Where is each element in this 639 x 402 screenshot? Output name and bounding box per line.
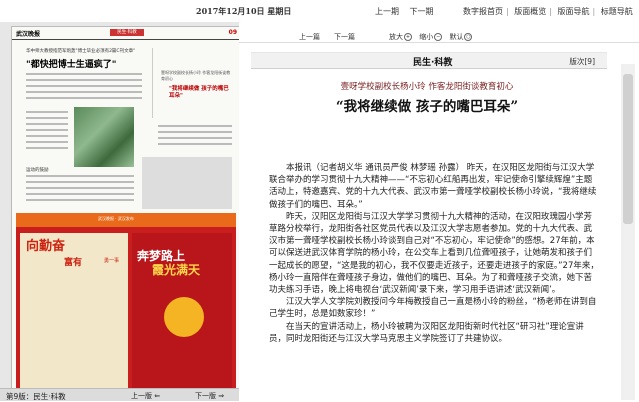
current-page-label: 第9版：民生·科教 (6, 392, 66, 401)
text-line (158, 125, 232, 127)
nav-link-home[interactable]: 数字报首页 (463, 7, 503, 16)
text-line (26, 97, 142, 99)
text-line (26, 85, 142, 87)
zoom-default-label: 默认 (449, 33, 464, 41)
masthead-logo: 武汉晚报 (16, 31, 41, 38)
text-line (26, 117, 68, 119)
text-line (26, 129, 68, 131)
text-line (26, 73, 142, 75)
text-line (26, 193, 134, 195)
text-line (26, 135, 68, 137)
zoom-in-label: 放大 (389, 33, 403, 41)
text-line (158, 137, 232, 139)
poster-left-title: 向勤奋 (26, 239, 66, 254)
issue-date: 2017年12月10日 星期日 (196, 6, 292, 16)
side-story-title: "我将继续做 孩子的嘴巴耳朵" (169, 86, 229, 99)
plus-icon: + (404, 33, 412, 41)
article-subheadline: 壹呀学校副校长杨小玲 作客龙阳街谈教育初心 (340, 82, 514, 92)
text-line (26, 111, 68, 113)
zoom-default-button[interactable]: 默认 ○ (449, 33, 473, 41)
text-line (158, 131, 232, 133)
ad-banner-text: 武汉晚报 · 武汉发布 (98, 216, 134, 221)
zoom-controls: 放大 + 缩小 − 默认 ○ (389, 32, 477, 42)
reset-icon: ○ (464, 33, 473, 41)
next-issue-link[interactable]: 下一期 (410, 7, 434, 16)
section-header: 民生·科教 版次[9] (251, 52, 607, 69)
text-line (26, 187, 134, 189)
next-article-button[interactable]: 下一篇 (334, 32, 355, 42)
zoom-out-label: 缩小 (419, 33, 434, 41)
news-photo[interactable] (74, 107, 134, 167)
site-nav: 数字报首页 | 版面概览 | 版面导航 | 标题导航 (463, 6, 633, 17)
edition-number: 版次[9] (569, 57, 595, 66)
photo-caption: 运动的鼓励 (26, 168, 49, 173)
article-panel: 上一篇 下一篇 放大 + 缩小 − 默认 ○ 民生·科教 版次[9] 壹呀学校副校长杨… (239, 22, 639, 400)
article-headline: “我将继续做 孩子的嘴巴耳朵” (335, 99, 519, 115)
nav-divider: | (549, 7, 552, 16)
text-line (26, 123, 68, 125)
nav-divider: | (506, 7, 509, 16)
text-line (26, 79, 142, 81)
article-paragraph: 昨天，汉阳区龙阳街与江汉大学学习贯彻十九大精神的活动，在汉阳玫瑰园小学芳草路分校… (269, 211, 599, 296)
article-paragraph: 江汉大学人文学院刘教授问今年梅教授自己一直是杨小玲的粉丝，“杨老师在讲到自己学生… (269, 297, 597, 320)
section-badge: 民生·科教 (110, 29, 144, 36)
text-line (26, 147, 68, 149)
zoom-out-button[interactable]: 缩小 − (419, 33, 443, 41)
prev-issue-link[interactable]: 上一期 (375, 7, 399, 16)
nav-link-title-nav[interactable]: 标题导航 (601, 7, 633, 16)
text-line (26, 199, 134, 201)
article-paragraph: 在当天的宣讲活动上，杨小玲被聘为汉阳区龙阳街新时代社区“研习社”理论宣讲员，同时… (269, 321, 584, 344)
zoom-in-button[interactable]: 放大 + (389, 33, 413, 41)
newspaper-page-image[interactable]: 武汉晚报 民生·科教 09 华中师大教授指范军炮轰"博士毕业必须有2篇C刊文章"… (11, 26, 241, 398)
poster-left-title2: 富有 (64, 258, 83, 268)
text-line (158, 143, 232, 145)
nav-divider: | (592, 7, 596, 16)
scrollbar-thumb[interactable] (623, 74, 633, 224)
article-paragraph: 本报讯（记者胡义华 通讯员严俊 林梦瑶 孙露） 昨天，在汉阳区龙阳街与江汉大学联… (269, 163, 597, 210)
side-story[interactable]: 壹呀学校副校长杨小玲 作客龙阳街谈教育初心 "我将继续做 孩子的嘴巴耳朵" (152, 48, 233, 118)
nav-link-page-nav[interactable]: 版面导航 (558, 7, 590, 16)
article-toolbar: 上一篇 下一篇 放大 + 缩小 − 默认 ○ (239, 22, 639, 43)
text-line (26, 141, 68, 143)
text-block (142, 157, 232, 209)
article-scrollbar[interactable] (621, 64, 635, 400)
article-body: 本报讯（记者胡义华 通讯员严俊 林梦瑶 孙露） 昨天，在汉阳区龙阳街与江汉大学联… (269, 162, 599, 345)
page-number: 09 (228, 29, 237, 36)
top-bar: 2017年12月10日 星期日 上一期 下一期 数字报首页 | 版面概览 | 版面导… (0, 0, 639, 23)
prev-article-button[interactable]: 上一篇 (299, 32, 320, 42)
side-story-subhead: 壹呀学校副校长杨小玲 作客龙阳街谈教育初心 (161, 70, 231, 81)
masthead: 武汉晚报 民生·科教 09 (12, 27, 240, 40)
section-title: 民生·科教 (413, 58, 453, 68)
poster-left-sub: 勇一事 (104, 258, 120, 264)
nav-link-overview[interactable]: 版面概览 (514, 7, 546, 16)
story-headline[interactable]: "都快把博士生逼疯了" (26, 57, 116, 70)
minus-icon: − (434, 33, 443, 41)
text-line (26, 181, 134, 183)
page-navigation: 第9版：民生·科教 上一版 ⇐ 下一版 ⇒ (0, 388, 239, 401)
poster-sun-graphic (164, 297, 204, 337)
story-kicker[interactable]: 华中师大教授指范军炮轰"博士毕业必须有2篇C刊文章" (26, 48, 135, 54)
text-line (26, 91, 142, 93)
text-line (26, 175, 134, 177)
poster-right-title2: 霞光满天 (152, 263, 201, 277)
issue-pager: 上一期 下一期 (375, 6, 442, 17)
newspaper-page-panel: 武汉晚报 民生·科教 09 华中师大教授指范军炮轰"博士毕业必须有2篇C刊文章"… (0, 22, 241, 400)
